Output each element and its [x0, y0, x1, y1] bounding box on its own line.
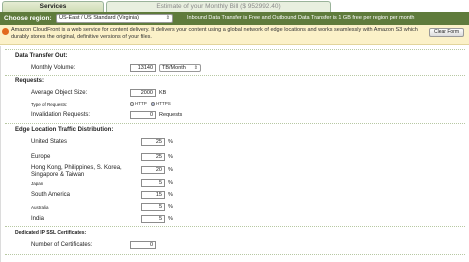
region-selected-value: US-East / US Standard (Virginia): [59, 15, 139, 21]
edge-region-label: Australia: [31, 205, 49, 210]
edge-region-input[interactable]: 25: [141, 153, 165, 161]
requests-heading: Requests:: [15, 78, 45, 84]
radio-https-dot: [151, 101, 155, 106]
radio-https-label: HTTPS: [156, 101, 171, 106]
percent-unit: %: [168, 180, 173, 186]
edge-region-label: Hong Kong, Philippines, S. Korea, Singap…: [31, 165, 122, 178]
edge-region-input[interactable]: 5: [141, 203, 165, 211]
radio-http[interactable]: HTTP: [130, 101, 147, 106]
monthly-volume-input[interactable]: 13140: [130, 64, 156, 72]
radio-http-dot: [130, 101, 134, 106]
monthly-volume-unit-select[interactable]: TB/Month ⇕: [159, 64, 201, 72]
edge-region-input[interactable]: 20: [141, 166, 165, 174]
region-bar: Choose region: US-East / US Standard (Vi…: [0, 12, 469, 25]
radio-http-label: HTTP: [135, 101, 147, 106]
average-object-size-label: Average Object Size:: [31, 90, 88, 96]
edge-region-input[interactable]: 25: [141, 138, 165, 146]
data-transfer-out-heading: Data Transfer Out:: [15, 53, 68, 59]
clear-form-button[interactable]: Clear Form: [429, 28, 464, 37]
percent-unit: %: [168, 192, 173, 198]
percent-unit: %: [168, 154, 173, 160]
edge-region-label: South America: [31, 192, 71, 198]
service-description: Amazon CloudFront is a web service for c…: [11, 27, 418, 40]
edge-region-label: Japan: [31, 181, 44, 186]
divider: [5, 75, 465, 76]
divider: [5, 49, 465, 50]
edge-distribution-heading: Edge Location Traffic Distribution:: [15, 127, 114, 133]
invalidation-requests-label: Invalidation Requests:: [31, 112, 91, 118]
percent-unit: %: [168, 139, 173, 145]
divider: [5, 123, 465, 124]
invalidation-requests-input[interactable]: 0: [130, 111, 156, 119]
radio-https[interactable]: HTTPS: [151, 101, 171, 106]
type-of-requests-label: Type of Requests:: [31, 102, 68, 107]
tab-bar: Services Estimate of your Monthly Bill (…: [0, 0, 469, 12]
average-object-size-input[interactable]: 2000: [130, 89, 156, 97]
monthly-volume-label: Monthly Volume:: [31, 65, 76, 71]
ssl-certificates-input[interactable]: 0: [130, 241, 156, 249]
form-panel: Data Transfer Out: Monthly Volume: 13140…: [0, 46, 469, 262]
edge-region-label: United States: [31, 139, 68, 145]
divider: [5, 226, 465, 227]
edge-region-input[interactable]: 15: [141, 191, 165, 199]
percent-unit: %: [168, 204, 173, 210]
edge-region-input[interactable]: 5: [141, 215, 165, 223]
invalidation-requests-unit: Requests: [159, 112, 183, 118]
select-arrows-icon: ⇕: [193, 65, 198, 71]
divider: [5, 254, 465, 255]
ssl-certificates-label: Number of Certificates:: [31, 242, 93, 248]
edge-region-label: India: [31, 216, 45, 222]
ssl-heading: Dedicated IP SSL Certificates:: [15, 230, 87, 236]
region-select[interactable]: US-East / US Standard (Virginia) ⇕: [56, 14, 173, 23]
edge-region-input[interactable]: 5: [141, 179, 165, 187]
region-label: Choose region:: [4, 15, 52, 22]
region-transfer-note: Inbound Data Transfer is Free and Outbou…: [187, 15, 415, 21]
monthly-volume-unit-value: TB/Month: [162, 65, 186, 71]
service-icon: [2, 28, 9, 35]
edge-region-label: Europe: [31, 154, 51, 160]
select-arrows-icon: ⇕: [165, 15, 170, 21]
tab-services[interactable]: Services: [2, 1, 104, 12]
tab-estimate[interactable]: Estimate of your Monthly Bill ($ 952992.…: [106, 1, 331, 12]
average-object-size-unit: KB: [159, 90, 167, 96]
percent-unit: %: [168, 216, 173, 222]
percent-unit: %: [168, 167, 173, 173]
service-info-banner: Amazon CloudFront is a web service for c…: [0, 25, 469, 45]
